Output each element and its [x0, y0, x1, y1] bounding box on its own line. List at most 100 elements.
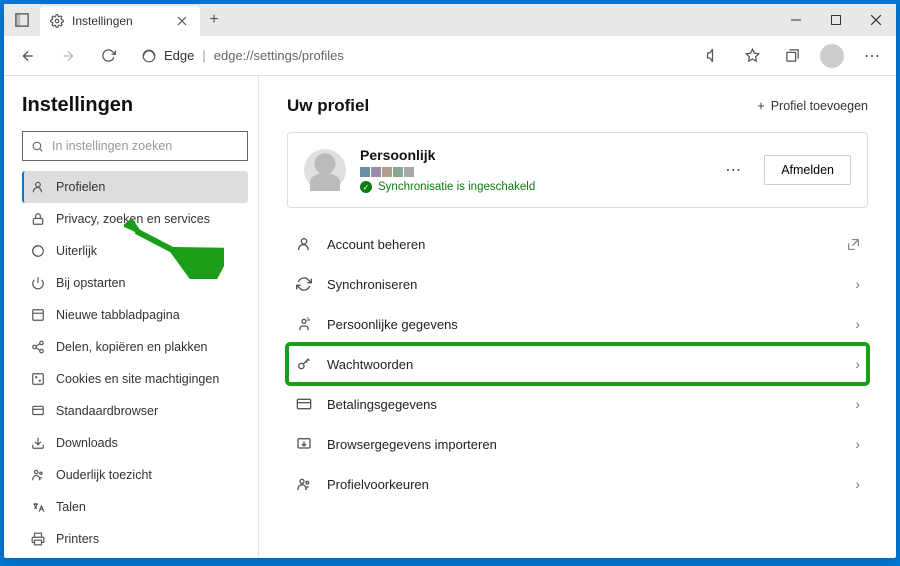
- option-label: Synchroniseren: [327, 277, 841, 292]
- sync-status-text: Synchronisatie is ingeschakeld: [378, 181, 535, 193]
- option-label: Browsergegevens importeren: [327, 437, 841, 452]
- option-label: Account beheren: [327, 237, 833, 252]
- browser-icon: [30, 404, 46, 418]
- chevron-right-icon: ›: [855, 436, 860, 452]
- browser-window: Instellingen + Edge | edge://settings/pr…: [4, 4, 896, 558]
- sidebar-item-family[interactable]: Ouderlijk toezicht: [22, 459, 248, 491]
- chevron-right-icon: ›: [855, 356, 860, 372]
- sidebar-item-defaultbrowser[interactable]: Standaardbrowser: [22, 395, 248, 427]
- content-area: Instellingen Profielen Privacy, zoeken e…: [4, 76, 896, 558]
- window-controls: [776, 4, 896, 36]
- tab-settings[interactable]: Instellingen: [40, 6, 200, 36]
- profile-info: Persoonlijk ✓ Synchronisatie is ingescha…: [360, 147, 704, 193]
- profile-options: Account beheren Synchroniseren › Persoonl…: [287, 224, 868, 504]
- sidebar-nav: Profielen Privacy, zoeken en services Ui…: [22, 171, 248, 558]
- more-menu-button[interactable]: ⋯: [856, 40, 888, 72]
- sidebar-item-label: Downloads: [56, 436, 118, 450]
- settings-sidebar: Instellingen Profielen Privacy, zoeken e…: [4, 76, 259, 558]
- people-icon: [295, 476, 313, 492]
- collections-button[interactable]: [776, 40, 808, 72]
- option-personal-data[interactable]: Persoonlijke gegevens ›: [287, 304, 868, 344]
- sidebar-item-label: Privacy, zoeken en services: [56, 212, 210, 226]
- brush-icon: [30, 244, 46, 258]
- read-aloud-button[interactable]: [696, 40, 728, 72]
- option-label: Betalingsgegevens: [327, 397, 841, 412]
- favorites-button[interactable]: [736, 40, 768, 72]
- chevron-right-icon: ›: [855, 276, 860, 292]
- sidebar-item-appearance[interactable]: Uiterlijk: [22, 235, 248, 267]
- key-icon: [295, 356, 313, 372]
- tab-title: Instellingen: [72, 14, 133, 28]
- option-label: Wachtwoorden: [327, 357, 841, 372]
- refresh-button[interactable]: [92, 40, 124, 72]
- sidebar-item-label: Printers: [56, 532, 99, 546]
- option-sync[interactable]: Synchroniseren ›: [287, 264, 868, 304]
- option-passwords[interactable]: Wachtwoorden ›: [287, 344, 868, 384]
- person-icon: [295, 236, 313, 252]
- sidebar-item-startup[interactable]: Bij opstarten: [22, 267, 248, 299]
- chevron-right-icon: ›: [855, 316, 860, 332]
- sidebar-item-label: Standaardbrowser: [56, 404, 158, 418]
- check-icon: ✓: [360, 181, 372, 193]
- edge-icon: [142, 49, 156, 63]
- share-icon: [30, 340, 46, 354]
- minimize-button[interactable]: [776, 4, 816, 36]
- sidebar-item-privacy[interactable]: Privacy, zoeken en services: [22, 203, 248, 235]
- search-icon: [31, 140, 44, 153]
- sidebar-item-label: Ouderlijk toezicht: [56, 468, 152, 482]
- sidebar-item-system[interactable]: Systeem: [22, 555, 248, 558]
- contact-icon: [295, 316, 313, 332]
- back-button[interactable]: [12, 40, 44, 72]
- sync-status: ✓ Synchronisatie is ingeschakeld: [360, 181, 704, 193]
- family-icon: [30, 468, 46, 482]
- sidebar-item-newtab[interactable]: Nieuwe tabbladpagina: [22, 299, 248, 331]
- sidebar-item-downloads[interactable]: Downloads: [22, 427, 248, 459]
- import-icon: [295, 436, 313, 452]
- titlebar: Instellingen +: [4, 4, 896, 36]
- profile-icon: [30, 180, 46, 194]
- color-strip: [360, 167, 704, 177]
- cookie-icon: [30, 372, 46, 386]
- url-separator: |: [202, 48, 205, 63]
- download-icon: [30, 436, 46, 450]
- page-title: Uw profiel: [287, 96, 369, 116]
- main-header: Uw profiel + Profiel toevoegen: [287, 96, 868, 116]
- sidebar-item-profiles[interactable]: Profielen: [22, 171, 248, 203]
- sidebar-item-cookies[interactable]: Cookies en site machtigingen: [22, 363, 248, 395]
- external-icon: [847, 238, 860, 251]
- url-field[interactable]: Edge | edge://settings/profiles: [132, 41, 688, 71]
- sidebar-item-label: Uiterlijk: [56, 244, 97, 258]
- settings-search[interactable]: [22, 131, 248, 161]
- option-label: Persoonlijke gegevens: [327, 317, 841, 332]
- sidebar-item-label: Profielen: [56, 180, 105, 194]
- option-preferences[interactable]: Profielvoorkeuren›: [287, 464, 868, 504]
- maximize-button[interactable]: [816, 4, 856, 36]
- close-window-button[interactable]: [856, 4, 896, 36]
- settings-search-input[interactable]: [52, 139, 239, 153]
- option-manage-account[interactable]: Account beheren: [287, 224, 868, 264]
- profile-more-button[interactable]: ⋯: [718, 154, 750, 186]
- address-bar: Edge | edge://settings/profiles ⋯: [4, 36, 896, 76]
- add-profile-button[interactable]: + Profiel toevoegen: [757, 99, 868, 113]
- page-icon: [30, 308, 46, 322]
- option-import[interactable]: Browsergegevens importeren ›: [287, 424, 868, 464]
- signout-button[interactable]: Afmelden: [764, 155, 851, 185]
- profile-avatar-button[interactable]: [816, 40, 848, 72]
- forward-button[interactable]: [52, 40, 84, 72]
- sidebar-item-languages[interactable]: Talen: [22, 491, 248, 523]
- power-icon: [30, 276, 46, 290]
- plus-icon: +: [757, 99, 764, 113]
- card-icon: [295, 396, 313, 412]
- sidebar-item-printers[interactable]: Printers: [22, 523, 248, 555]
- chevron-right-icon: ›: [855, 476, 860, 492]
- tab-strip: Instellingen +: [4, 4, 776, 36]
- option-payments[interactable]: Betalingsgegevens ›: [287, 384, 868, 424]
- chevron-right-icon: ›: [855, 396, 860, 412]
- sidebar-item-label: Bij opstarten: [56, 276, 125, 290]
- close-tab-button[interactable]: [174, 13, 190, 29]
- sidebar-item-label: Talen: [56, 500, 86, 514]
- language-icon: [30, 500, 46, 514]
- new-tab-button[interactable]: +: [200, 6, 228, 34]
- sidebar-item-share[interactable]: Delen, kopiëren en plakken: [22, 331, 248, 363]
- profile-card: Persoonlijk ✓ Synchronisatie is ingescha…: [287, 132, 868, 208]
